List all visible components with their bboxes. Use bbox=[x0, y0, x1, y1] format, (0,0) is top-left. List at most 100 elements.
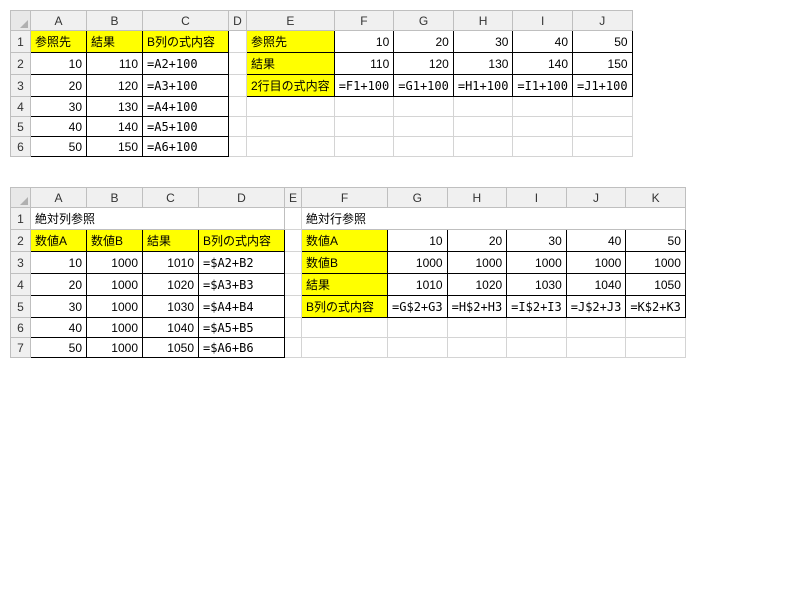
cell[interactable]: =$A2+B2 bbox=[199, 252, 285, 274]
cell[interactable] bbox=[453, 137, 513, 157]
col-header[interactable]: H bbox=[447, 188, 507, 208]
cell[interactable] bbox=[229, 31, 247, 53]
cell[interactable]: 1050 bbox=[143, 338, 199, 358]
cell[interactable]: =H$2+H3 bbox=[447, 296, 507, 318]
cell[interactable] bbox=[566, 318, 626, 338]
cell[interactable] bbox=[285, 296, 302, 318]
cell[interactable] bbox=[507, 338, 567, 358]
cell[interactable]: B列の式内容 bbox=[199, 230, 285, 252]
cell-title[interactable]: 絶対行参照 bbox=[302, 208, 686, 230]
col-header[interactable]: B bbox=[87, 11, 143, 31]
col-header[interactable]: G bbox=[388, 188, 448, 208]
col-header[interactable]: A bbox=[31, 11, 87, 31]
cell[interactable]: 1000 bbox=[626, 252, 686, 274]
cell[interactable] bbox=[334, 137, 394, 157]
cell[interactable]: 数値B bbox=[302, 252, 388, 274]
cell[interactable] bbox=[285, 230, 302, 252]
cell[interactable]: =$A6+B6 bbox=[199, 338, 285, 358]
cell[interactable]: =I$2+I3 bbox=[507, 296, 567, 318]
cell[interactable]: 20 bbox=[31, 274, 87, 296]
col-header[interactable]: D bbox=[229, 11, 247, 31]
cell[interactable]: 1020 bbox=[447, 274, 507, 296]
row-header[interactable]: 2 bbox=[11, 230, 31, 252]
cell[interactable]: 10 bbox=[31, 252, 87, 274]
row-header[interactable]: 6 bbox=[11, 318, 31, 338]
cell[interactable]: 1000 bbox=[507, 252, 567, 274]
cell[interactable] bbox=[229, 97, 247, 117]
cell[interactable] bbox=[388, 318, 448, 338]
cell[interactable]: 1040 bbox=[143, 318, 199, 338]
cell[interactable]: 1000 bbox=[447, 252, 507, 274]
select-all-corner[interactable] bbox=[11, 11, 31, 31]
cell[interactable]: =$A4+B4 bbox=[199, 296, 285, 318]
cell[interactable]: 20 bbox=[394, 31, 454, 53]
col-header[interactable]: D bbox=[199, 188, 285, 208]
col-header[interactable]: K bbox=[626, 188, 686, 208]
cell[interactable] bbox=[394, 97, 454, 117]
cell[interactable]: 参照先 bbox=[247, 31, 335, 53]
col-header[interactable]: A bbox=[31, 188, 87, 208]
cell[interactable] bbox=[229, 53, 247, 75]
cell[interactable] bbox=[513, 137, 573, 157]
cell[interactable] bbox=[229, 75, 247, 97]
cell[interactable]: 参照先 bbox=[31, 31, 87, 53]
row-header[interactable]: 6 bbox=[11, 137, 31, 157]
cell[interactable]: 1000 bbox=[87, 296, 143, 318]
cell[interactable]: 40 bbox=[31, 117, 87, 137]
cell[interactable]: 1010 bbox=[388, 274, 448, 296]
cell[interactable]: 40 bbox=[31, 318, 87, 338]
cell-title[interactable]: 絶対列参照 bbox=[31, 208, 285, 230]
row-header[interactable]: 3 bbox=[11, 252, 31, 274]
col-header[interactable]: G bbox=[394, 11, 454, 31]
cell[interactable] bbox=[447, 338, 507, 358]
cell[interactable]: 数値B bbox=[87, 230, 143, 252]
cell[interactable] bbox=[513, 97, 573, 117]
col-header[interactable]: J bbox=[573, 11, 633, 31]
bottom-grid[interactable]: A B C D E F G H I J K 1 絶対列参照 絶対行参照 2 数値… bbox=[10, 187, 686, 358]
row-header[interactable]: 5 bbox=[11, 296, 31, 318]
cell[interactable]: 50 bbox=[31, 338, 87, 358]
cell[interactable]: =J$2+J3 bbox=[566, 296, 626, 318]
cell[interactable]: 1000 bbox=[388, 252, 448, 274]
cell[interactable]: 結果 bbox=[247, 53, 335, 75]
row-header[interactable]: 4 bbox=[11, 97, 31, 117]
cell[interactable] bbox=[507, 318, 567, 338]
cell[interactable]: 結果 bbox=[143, 230, 199, 252]
cell[interactable]: 結果 bbox=[302, 274, 388, 296]
cell[interactable]: 40 bbox=[566, 230, 626, 252]
row-header[interactable]: 7 bbox=[11, 338, 31, 358]
cell[interactable]: 10 bbox=[334, 31, 394, 53]
cell[interactable]: B列の式内容 bbox=[143, 31, 229, 53]
row-header[interactable]: 2 bbox=[11, 53, 31, 75]
cell[interactable]: 140 bbox=[513, 53, 573, 75]
cell[interactable]: =$A5+B5 bbox=[199, 318, 285, 338]
col-header[interactable]: C bbox=[143, 188, 199, 208]
cell[interactable] bbox=[334, 117, 394, 137]
select-all-corner[interactable] bbox=[11, 188, 31, 208]
cell[interactable] bbox=[453, 97, 513, 117]
col-header[interactable]: I bbox=[513, 11, 573, 31]
cell[interactable]: 1010 bbox=[143, 252, 199, 274]
cell[interactable] bbox=[229, 137, 247, 157]
cell[interactable] bbox=[453, 117, 513, 137]
cell[interactable] bbox=[247, 137, 335, 157]
col-header[interactable]: E bbox=[247, 11, 335, 31]
row-header[interactable]: 5 bbox=[11, 117, 31, 137]
cell[interactable] bbox=[573, 117, 633, 137]
cell[interactable]: 1030 bbox=[143, 296, 199, 318]
cell[interactable]: 110 bbox=[334, 53, 394, 75]
cell[interactable]: =K$2+K3 bbox=[626, 296, 686, 318]
cell[interactable]: B列の式内容 bbox=[302, 296, 388, 318]
cell[interactable]: =A5+100 bbox=[143, 117, 229, 137]
cell[interactable]: 1020 bbox=[143, 274, 199, 296]
cell[interactable]: =A2+100 bbox=[143, 53, 229, 75]
cell[interactable]: 50 bbox=[626, 230, 686, 252]
row-header[interactable]: 3 bbox=[11, 75, 31, 97]
cell[interactable]: 1040 bbox=[566, 274, 626, 296]
cell[interactable]: 30 bbox=[453, 31, 513, 53]
cell[interactable]: 130 bbox=[87, 97, 143, 117]
cell[interactable]: 50 bbox=[573, 31, 633, 53]
cell[interactable]: 数値A bbox=[302, 230, 388, 252]
cell[interactable]: 1000 bbox=[566, 252, 626, 274]
cell[interactable] bbox=[302, 318, 388, 338]
